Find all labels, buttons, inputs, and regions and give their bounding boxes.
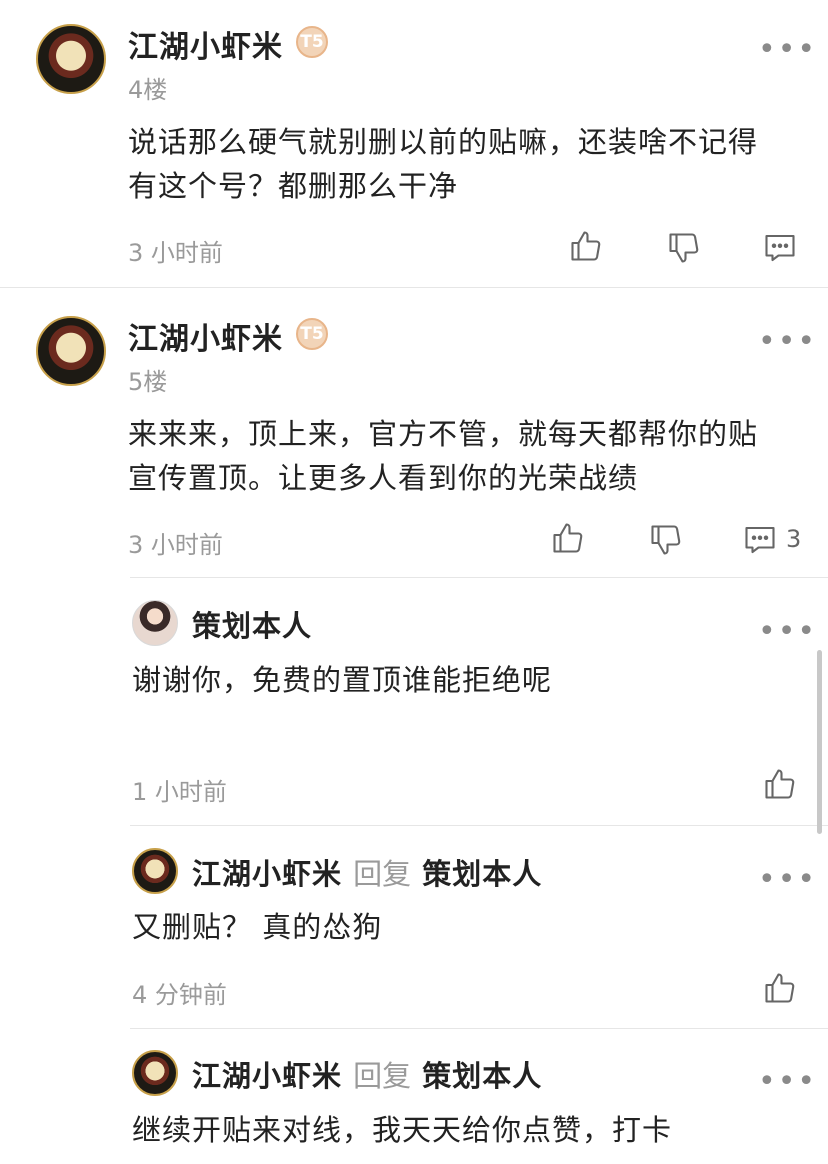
avatar[interactable] [36, 24, 106, 94]
reply-time: 1 小时前 [132, 778, 227, 806]
reply-username[interactable]: 江湖小虾米 [192, 857, 342, 891]
reply-header: 江湖小虾米 回复 策划本人 [192, 851, 542, 893]
comment-line: 宣传置顶。让更多人看到你的光荣战绩 [128, 461, 639, 495]
comment-content: 来来来，顶上来，官方不管，就每天都帮你的贴 宣传置顶。让更多人看到你的光荣战绩 [128, 412, 808, 500]
more-dots-icon[interactable]: ••• [758, 327, 817, 357]
reply-username[interactable]: 策划本人 [192, 603, 312, 645]
comment-thread: 江湖小虾米 T5 ••• 4楼 说话那么硬气就别删以前的贴嘛，还装啥不记得 有这… [0, 0, 828, 1164]
avatar[interactable] [132, 1050, 178, 1096]
divider [130, 1028, 828, 1029]
comment-line: 来来来，顶上来，官方不管，就每天都帮你的贴 [128, 417, 759, 451]
reply-header: 江湖小虾米 回复 策划本人 [192, 1053, 542, 1095]
thumbs-down-icon[interactable] [648, 522, 684, 558]
more-dots-icon[interactable]: ••• [758, 35, 817, 65]
scrollbar[interactable] [817, 650, 822, 834]
reply-time: 4 分钟前 [132, 981, 227, 1009]
thumbs-down-icon[interactable] [666, 230, 702, 266]
avatar[interactable] [36, 316, 106, 386]
level-badge: T5 [296, 26, 328, 58]
reply-target[interactable]: 策划本人 [422, 857, 542, 891]
floor-number: 4楼 [128, 76, 168, 104]
reply-target[interactable]: 策划本人 [422, 1059, 542, 1093]
comment-time: 3 小时前 [128, 239, 223, 267]
reply-word: 回复 [353, 857, 412, 891]
divider [130, 577, 828, 578]
avatar[interactable] [132, 848, 178, 894]
comment-bubble-icon[interactable] [762, 230, 798, 266]
comment-line: 说话那么硬气就别删以前的贴嘛，还装啥不记得 [128, 125, 759, 159]
thumbs-up-icon[interactable] [568, 228, 604, 264]
reply-content: 又删贴？ 真的怂狗 [132, 910, 383, 944]
comment-line: 有这个号？都删那么干净 [128, 169, 459, 203]
more-dots-icon[interactable]: ••• [758, 865, 817, 895]
comment-username[interactable]: 江湖小虾米 [128, 22, 283, 66]
reply-word: 回复 [353, 1059, 412, 1093]
more-dots-icon[interactable]: ••• [758, 617, 817, 647]
thumbs-up-icon[interactable] [762, 766, 798, 802]
reply-count[interactable]: 3 [786, 525, 801, 553]
comment-time: 3 小时前 [128, 531, 223, 559]
comment-bubble-icon[interactable] [742, 522, 778, 558]
thumbs-up-icon[interactable] [550, 520, 586, 556]
comment-username[interactable]: 江湖小虾米 [128, 314, 283, 358]
level-badge: T5 [296, 318, 328, 350]
reply-content: 谢谢你，免费的置顶谁能拒绝呢 [132, 663, 553, 697]
comment-content: 说话那么硬气就别删以前的贴嘛，还装啥不记得 有这个号？都删那么干净 [128, 120, 808, 208]
more-dots-icon[interactable]: ••• [758, 1067, 817, 1097]
divider [0, 287, 828, 288]
reply-username[interactable]: 江湖小虾米 [192, 1059, 342, 1093]
divider [130, 825, 828, 826]
floor-number: 5楼 [128, 368, 168, 396]
thumbs-up-icon[interactable] [762, 970, 798, 1006]
reply-content: 继续开贴来对线，我天天给你点赞，打卡 [132, 1113, 673, 1147]
avatar[interactable] [132, 600, 178, 646]
